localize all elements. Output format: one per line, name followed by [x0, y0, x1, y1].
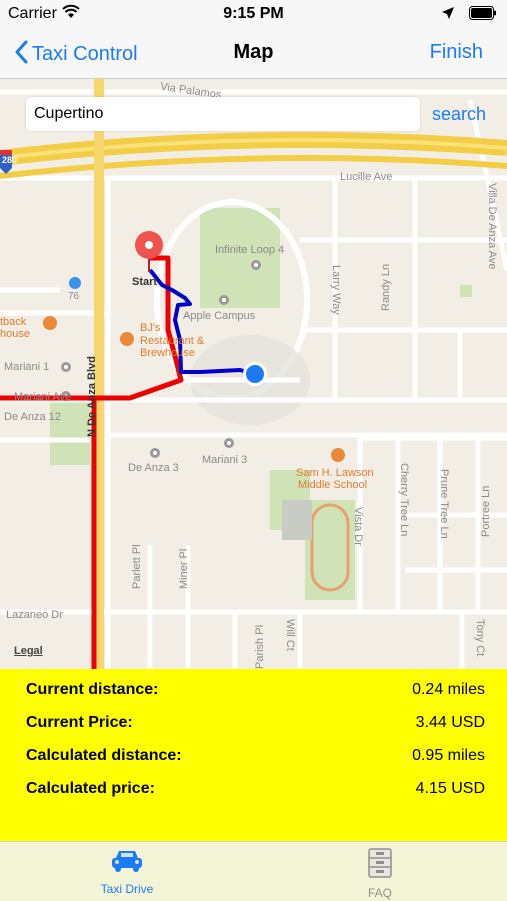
- info-row-current-distance: Current distance: 0.24 miles: [26, 681, 485, 703]
- tab-bar: Taxi Drive FAQ: [0, 841, 507, 901]
- info-label: Calculated price:: [26, 780, 155, 797]
- user-location-dot-icon: [246, 365, 264, 383]
- street-label: Randy Ln: [380, 263, 392, 311]
- route-number-label: 76: [68, 291, 80, 302]
- poi-label: Mariani 3: [202, 454, 248, 466]
- info-row-calculated-price: Calculated price: 4.15 USD: [26, 780, 485, 802]
- info-value: 4.15 USD: [415, 780, 485, 797]
- back-button[interactable]: Taxi Control: [14, 40, 138, 68]
- street-label: Portree Ln: [480, 485, 492, 537]
- street-label: Parish Pl: [254, 624, 266, 669]
- legal-link[interactable]: Legal: [14, 645, 43, 657]
- clock-label: 9:15 PM: [223, 5, 284, 22]
- info-value: 0.24 miles: [412, 681, 485, 698]
- tab-label: Taxi Drive: [100, 882, 154, 896]
- poi-label: Mariani 1: [4, 361, 50, 373]
- poi-label: De Anza 12: [4, 411, 61, 423]
- park-area: [200, 208, 280, 308]
- street-label: Larry Way: [330, 265, 342, 315]
- taxi-icon: [109, 851, 145, 878]
- location-arrow-icon: [441, 6, 455, 25]
- cabinet-icon: [367, 848, 393, 882]
- street-label: N De Anza Blvd: [86, 356, 98, 437]
- info-label: Current Price:: [26, 714, 133, 731]
- poi-label: Apple Campus: [183, 310, 256, 322]
- street-label: Tony Ct: [474, 619, 486, 657]
- poi-label: BJ's: [140, 322, 161, 334]
- tab-label: FAQ: [367, 886, 392, 900]
- street-label: Lucille Ave: [340, 171, 393, 183]
- street-label: Mariani Ave: [14, 391, 72, 403]
- tab-taxi-drive[interactable]: Taxi Drive: [57, 848, 197, 896]
- info-row-calculated-distance: Calculated distance: 0.95 miles: [26, 747, 485, 769]
- start-pin-label: Start: [132, 276, 158, 288]
- poi-label: Middle School: [298, 479, 368, 491]
- street-label: Will Ct: [284, 619, 296, 651]
- poi-label: Sam H. Lawson: [296, 467, 374, 479]
- poi-label: tback: [0, 316, 27, 328]
- search-input[interactable]: [26, 97, 412, 131]
- map-canvas: [0, 79, 507, 669]
- street-label: Parlett Pl: [131, 544, 143, 589]
- poi-label: Restaurant &: [140, 335, 205, 347]
- park-area: [460, 285, 472, 297]
- finish-button[interactable]: Finish: [430, 41, 483, 64]
- tab-faq[interactable]: FAQ: [310, 848, 450, 900]
- battery-icon: [469, 6, 497, 25]
- street-label: Miner Pl: [178, 548, 190, 589]
- search-field[interactable]: [26, 97, 420, 131]
- poi-label: De Anza 3: [128, 462, 179, 474]
- street-label: Vista Dr: [352, 507, 364, 546]
- highway-number-label: 280: [2, 155, 18, 165]
- info-label: Calculated distance:: [26, 747, 182, 764]
- poi-label: Infinite Loop 4: [215, 244, 285, 256]
- map-view[interactable]: Via Palamos Lucille Ave Villa De Anza Av…: [0, 79, 507, 669]
- trip-info-panel: Current distance: 0.24 miles Current Pri…: [0, 669, 507, 841]
- navigation-bar: Taxi Control Map Finish: [0, 30, 507, 79]
- status-bar: Carrier 9:15 PM: [0, 0, 507, 30]
- street-label: Prune Tree Ln: [438, 469, 450, 539]
- route-marker-icon: [69, 277, 81, 289]
- park-area: [50, 400, 90, 465]
- school-building: [282, 500, 312, 540]
- street-label: Cherry Tree Ln: [398, 463, 410, 537]
- info-row-current-price: Current Price: 3.44 USD: [26, 714, 485, 736]
- highway-ramp: [0, 155, 507, 179]
- chevron-left-icon: [14, 40, 28, 69]
- info-value: 0.95 miles: [412, 747, 485, 764]
- back-button-label: Taxi Control: [32, 42, 138, 65]
- search-button[interactable]: search: [432, 104, 486, 125]
- street-label: Villa De Anza Ave: [486, 183, 498, 270]
- info-value: 3.44 USD: [415, 714, 485, 731]
- info-label: Current distance:: [26, 681, 159, 698]
- poi-label: Brewhouse: [140, 347, 196, 359]
- street-label: Lazaneo Dr: [6, 609, 63, 621]
- poi-label: house: [0, 328, 30, 340]
